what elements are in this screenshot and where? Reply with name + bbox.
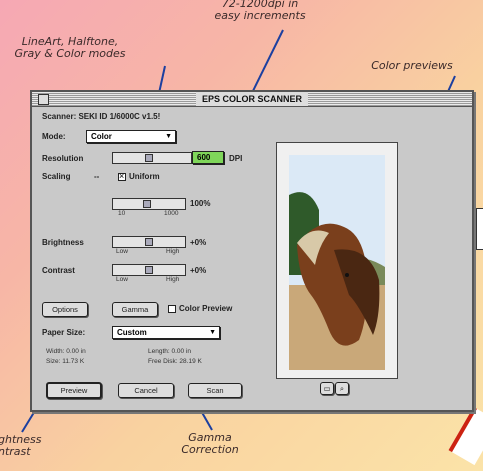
size-readout: Size: 11.73 K bbox=[46, 358, 85, 365]
scaling-label: Scaling bbox=[42, 172, 71, 181]
scale-max: 1000 bbox=[164, 210, 179, 217]
mode-value: Color bbox=[91, 132, 112, 141]
close-box[interactable] bbox=[38, 94, 49, 105]
color-preview-checkbox[interactable] bbox=[168, 305, 176, 313]
options-button[interactable]: Options bbox=[42, 302, 88, 317]
preview-image bbox=[289, 155, 385, 370]
brightness-value: +0% bbox=[190, 238, 207, 247]
resolution-unit: DPI bbox=[229, 154, 243, 163]
resolution-field[interactable]: 600 bbox=[192, 151, 224, 164]
background-card bbox=[476, 208, 483, 250]
resolution-slider[interactable] bbox=[112, 152, 192, 164]
brightness-label: Brightness bbox=[42, 238, 84, 247]
brightness-slider[interactable] bbox=[112, 236, 186, 248]
contrast-max: High bbox=[166, 276, 180, 283]
brightness-annotation: ghtness ntrast bbox=[0, 433, 42, 458]
paper-size-popup[interactable]: Custom ▼ bbox=[112, 326, 220, 339]
mode-popup[interactable]: Color ▼ bbox=[86, 130, 176, 143]
window-title: EPS COLOR SCANNER bbox=[195, 92, 309, 106]
scale-value: 100% bbox=[190, 199, 211, 208]
scale-slider[interactable] bbox=[112, 198, 186, 210]
scanner-label: Scanner: SEKI ID 1/6000C v1.5! bbox=[42, 112, 161, 121]
brightness-max: High bbox=[166, 248, 180, 255]
preview-button[interactable]: Preview bbox=[46, 382, 102, 399]
zoom-tool[interactable]: ▭ bbox=[320, 382, 334, 395]
resolution-value: 600 bbox=[197, 153, 211, 162]
free-disk-readout: Free Disk: 28.19 K bbox=[148, 358, 202, 365]
magnify-icon: ⌕ bbox=[339, 384, 345, 393]
title-bar[interactable]: EPS COLOR SCANNER bbox=[32, 92, 472, 107]
scaling-dash: -- bbox=[94, 172, 100, 181]
color-preview-label: Color Preview bbox=[179, 304, 233, 313]
uniform-label: Uniform bbox=[129, 172, 160, 181]
brightness-min: Low bbox=[116, 248, 128, 255]
scanner-window: EPS COLOR SCANNER Scanner: SEKI ID 1/600… bbox=[30, 90, 474, 412]
contrast-min: Low bbox=[116, 276, 128, 283]
gamma-annotation: Gamma Correction bbox=[181, 431, 239, 456]
resolution-label: Resolution bbox=[42, 154, 84, 163]
dpi-annotation: 72-1200dpi in easy increments bbox=[214, 0, 306, 22]
modes-annotation: LineArt, Halftone, Gray & Color modes bbox=[14, 35, 126, 60]
paper-size-value: Custom bbox=[117, 328, 147, 337]
popup-arrow-icon: ▼ bbox=[209, 329, 216, 336]
paper-size-label: Paper Size: bbox=[42, 328, 86, 337]
cancel-button[interactable]: Cancel bbox=[118, 383, 174, 398]
height-readout: Length: 0.00 in bbox=[148, 348, 192, 355]
scale-min: 10 bbox=[118, 210, 126, 217]
contrast-slider[interactable] bbox=[112, 264, 186, 276]
hand-icon: ▭ bbox=[323, 384, 331, 393]
previews-annotation: Color previews bbox=[371, 59, 453, 72]
mode-label: Mode: bbox=[42, 132, 66, 141]
popup-arrow-icon: ▼ bbox=[165, 133, 172, 140]
preview-area[interactable] bbox=[276, 142, 398, 379]
gamma-button[interactable]: Gamma bbox=[112, 302, 158, 317]
uniform-checkbox[interactable] bbox=[118, 171, 126, 181]
magnify-tool[interactable]: ⌕ bbox=[335, 382, 349, 395]
contrast-label: Contrast bbox=[42, 266, 75, 275]
width-readout: Width: 0.00 in bbox=[46, 348, 86, 355]
contrast-value: +0% bbox=[190, 266, 207, 275]
scan-button[interactable]: Scan bbox=[188, 383, 242, 398]
